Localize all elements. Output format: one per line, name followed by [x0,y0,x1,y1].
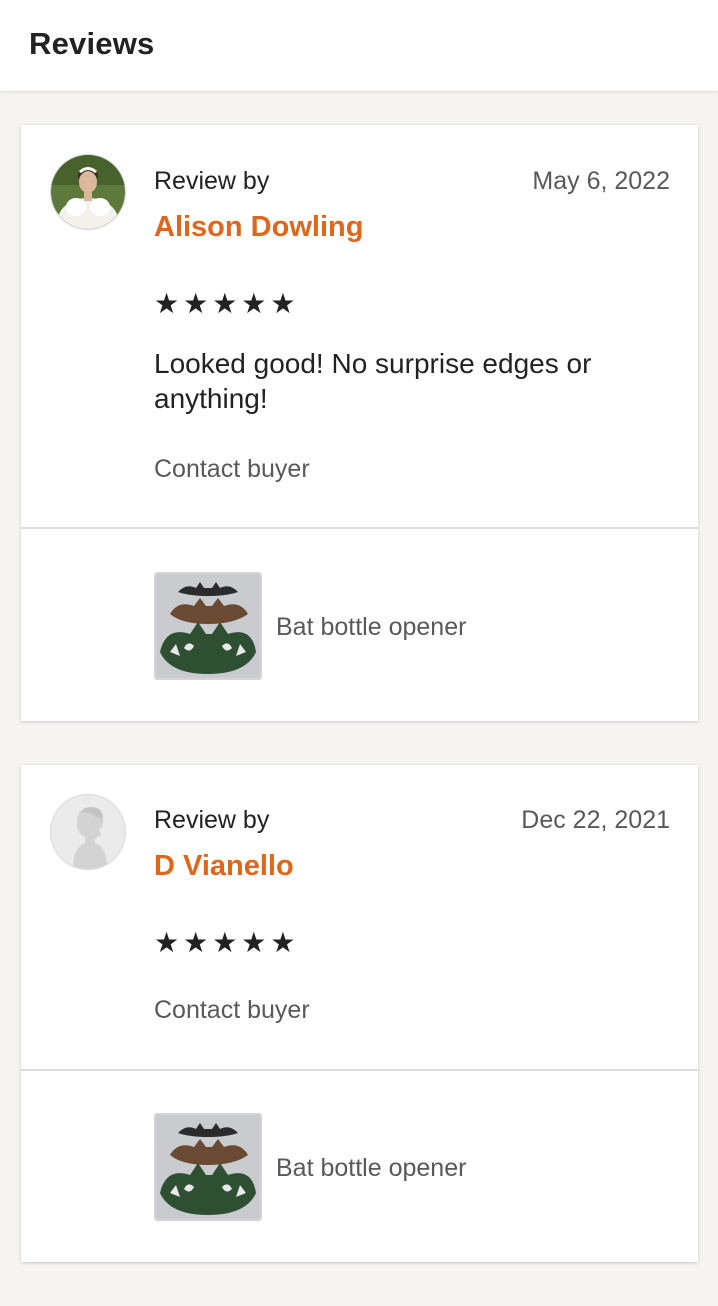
card-divider [21,527,698,529]
contact-buyer-link[interactable]: Contact buyer [154,996,310,1025]
user-photo-avatar [51,155,125,229]
reviewer-name-link[interactable]: Alison Dowling [154,211,363,244]
reviewer-avatar[interactable] [50,794,126,870]
item-title-link[interactable]: Bat bottle opener [276,613,466,642]
review-by-label: Review by [154,167,270,195]
default-avatar-silhouette-icon [51,795,125,869]
review-text: Looked good! No surprise edges or anythi… [154,348,592,414]
item-thumbnail[interactable] [154,1113,262,1221]
star-rating: ★★★★★ [154,927,300,958]
review-card: Review by May 6, 2022 Alison Dowling ★★★… [21,125,698,721]
reviewer-name-link[interactable]: D Vianello [154,850,294,883]
star-rating: ★★★★★ [154,288,300,319]
card-divider [21,1069,698,1071]
page-title: Reviews [29,26,155,61]
contact-buyer-link[interactable]: Contact buyer [154,455,310,484]
bat-bottle-opener-image [156,1115,260,1219]
review-card: Review by Dec 22, 2021 D Vianello ★★★★★ … [21,765,698,1262]
review-date: May 6, 2022 [532,167,670,195]
bat-bottle-opener-image [156,574,260,678]
review-by-label: Review by [154,806,270,834]
review-date: Dec 22, 2021 [521,806,670,834]
item-thumbnail[interactable] [154,572,262,680]
reviewer-avatar[interactable] [50,154,126,230]
item-title-link[interactable]: Bat bottle opener [276,1154,466,1183]
page-header: Reviews [0,0,718,92]
